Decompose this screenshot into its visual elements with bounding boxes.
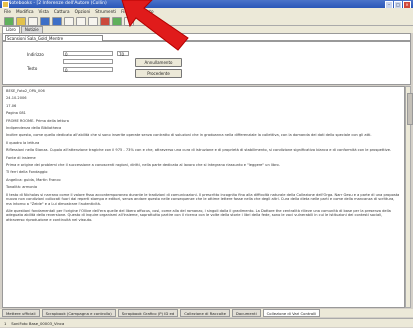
open-icon[interactable]: [16, 17, 26, 26]
window-title: Notebooks - [2 Inferenze dell'Autore (Co…: [8, 1, 107, 6]
menu-finestra[interactable]: Finestra: [121, 8, 138, 15]
bottom-tab-scrapbook-grafico[interactable]: Scrapbook Grafico (P) ID ed: [117, 309, 179, 317]
text-line: Indipendenza della Bibliotheca: [6, 126, 62, 131]
procedente-button[interactable]: Procedente: [135, 69, 182, 78]
print-icon[interactable]: [124, 17, 134, 26]
next-icon[interactable]: [88, 17, 98, 26]
tab-strip: Libro Notizie: [0, 26, 413, 33]
new-icon[interactable]: [4, 17, 14, 26]
text-paragraph: Il testo di Nicholas si narrano come il …: [6, 192, 400, 206]
document-tabs: Mettere ufficiali Scrapbook (Campagna e …: [0, 309, 413, 317]
menu-vista[interactable]: Vista: [39, 8, 49, 15]
text-paragraph: Inoltre questo, come quello dedicato all…: [6, 133, 372, 138]
save-icon[interactable]: [28, 17, 38, 26]
label-indirizzo: Indirizzo: [27, 52, 44, 57]
stop-icon[interactable]: [100, 17, 110, 26]
bottom-tab-mettere[interactable]: Mettere ufficiali: [2, 309, 40, 317]
value-input[interactable]: 70: [117, 51, 129, 57]
menu-opzioni[interactable]: Opzioni: [75, 8, 91, 15]
forward-icon[interactable]: [52, 17, 62, 26]
menu-cattura[interactable]: Cattura: [54, 8, 70, 15]
bottom-tab-scrapbook[interactable]: Scrapbook (Campagna e controllo): [41, 309, 116, 317]
text-line: 17.06: [6, 103, 17, 108]
status-file: SoniFoto Base_00003_Vinca: [11, 321, 65, 326]
testo-input[interactable]: 0: [63, 67, 113, 73]
record-selector-row: Scansioni Sala_Gold_Mentre: [2, 33, 411, 42]
menu-modifica[interactable]: Modifica: [16, 8, 34, 15]
bottom-tab-controlli[interactable]: Collezione di Vari Controlli: [262, 309, 321, 317]
toolbar: [0, 15, 413, 26]
first-icon[interactable]: [64, 17, 74, 26]
text-line: BESE_Foto2_OPA_006: [6, 89, 45, 93]
status-page: 1: [4, 321, 7, 326]
text-line: Tonalità: armonia: [6, 185, 38, 190]
label-testo: Testo: [27, 66, 38, 71]
menu-file[interactable]: File: [4, 8, 11, 15]
vertical-scrollbar[interactable]: [405, 86, 413, 308]
bottom-tab-collezione[interactable]: Collezione di Raccolte: [180, 309, 230, 317]
menu-bar: File Modifica Vista Cattura Opzioni Stru…: [0, 8, 413, 15]
annullamento-button[interactable]: Annullamento: [135, 58, 182, 67]
form-panel: Indirizzo Testo 0 0 70 Annullamento Proc…: [2, 41, 411, 85]
refresh-icon[interactable]: [112, 17, 122, 26]
menu-strumenti[interactable]: Strumenti: [95, 8, 116, 15]
text-paragraph: Riflessioni nella Stanza. Cupolo all'att…: [6, 148, 392, 153]
secondary-input[interactable]: [63, 59, 113, 64]
tab-notizie[interactable]: Notizie: [20, 26, 43, 33]
text-line: TI ferri della Fondaggio: [6, 170, 48, 175]
title-bar: Notebooks - [2 Inferenze dell'Autore (Co…: [0, 0, 413, 9]
prev-icon[interactable]: [76, 17, 86, 26]
indirizzo-input[interactable]: 0: [63, 51, 113, 57]
menu-aiuto[interactable]: Aiuto: [143, 8, 154, 15]
text-line: FROME ROOME. Prima della lettura: [6, 118, 69, 123]
text-line: Fonte di insieme: [6, 155, 36, 160]
text-line: Il quadro la lettura: [6, 140, 40, 145]
text-line: 24.10.2006: [6, 96, 27, 101]
text-line: Pagina 081: [6, 111, 26, 116]
tab-libro[interactable]: Libro: [2, 26, 20, 33]
text-paragraph: Alle questioni fondamentali per l'origin…: [6, 208, 391, 222]
back-icon[interactable]: [40, 17, 50, 26]
scrollbar-thumb[interactable]: [406, 93, 413, 125]
document-text[interactable]: BESE_Foto2_OPA_006 24.10.2006 17.06 Pagi…: [2, 86, 405, 308]
bottom-tab-documenti[interactable]: Documenti: [231, 309, 261, 317]
status-bar: 1 SoniFoto Base_00003_Vinca: [0, 318, 413, 327]
text-paragraph: Prima e origine dei problemi che il succ…: [6, 163, 280, 168]
text-line: Angelica: guida, Martin Franco: [6, 177, 61, 182]
